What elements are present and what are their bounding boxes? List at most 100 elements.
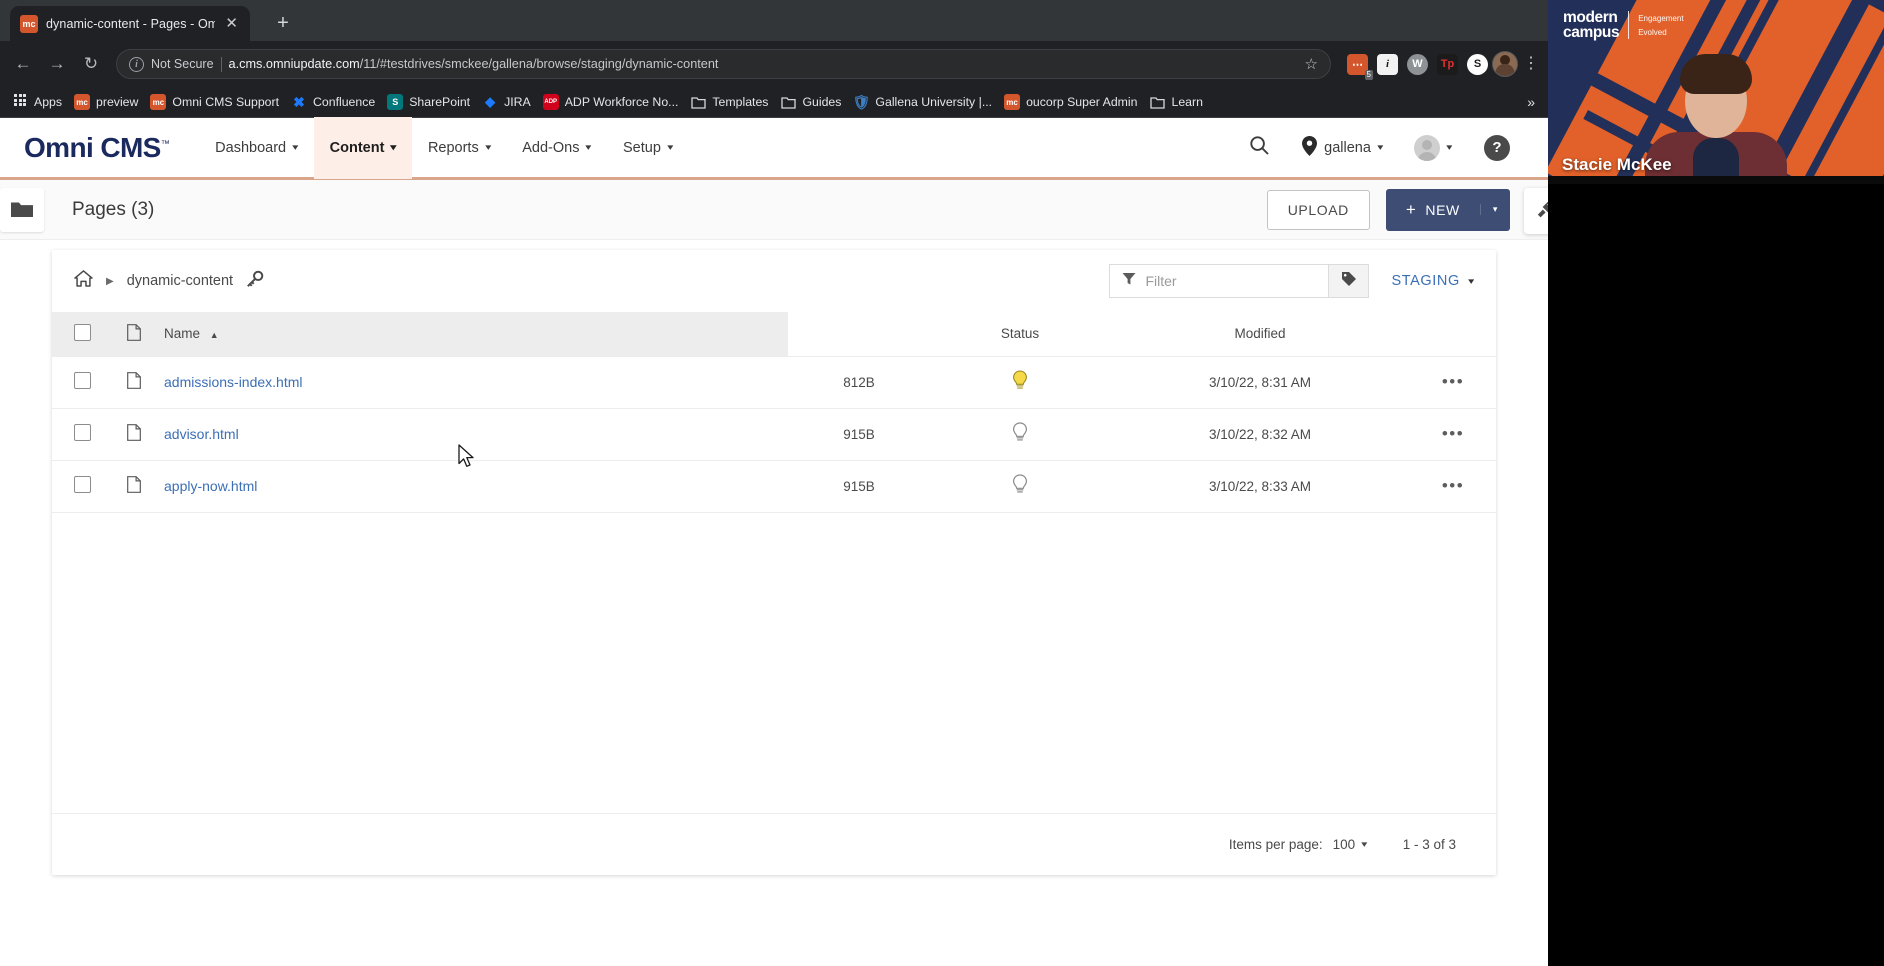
- forward-button[interactable]: →: [42, 49, 72, 79]
- nav-item-add-ons[interactable]: Add-Ons ▾: [506, 117, 607, 179]
- bookmark-label: oucorp Super Admin: [1026, 95, 1137, 109]
- search-button[interactable]: [1233, 135, 1286, 160]
- row-menu-button[interactable]: •••: [1442, 424, 1464, 443]
- home-icon[interactable]: [74, 270, 93, 292]
- row-checkbox[interactable]: [74, 424, 91, 441]
- bookmark-omni-cms-support[interactable]: mc Omni CMS Support: [147, 90, 288, 114]
- table-row[interactable]: admissions-index.html 812B 3/10/22, 8:31…: [52, 356, 1496, 408]
- tab-title: dynamic-content - Pages - Omn: [46, 17, 215, 31]
- reload-button[interactable]: ↻: [76, 49, 106, 79]
- table-row[interactable]: advisor.html 915B 3/10/22, 8:32 AM •••: [52, 408, 1496, 460]
- items-per-page: Items per page: 100 ▾: [1229, 837, 1367, 852]
- row-size-cell: 812B: [788, 356, 930, 408]
- new-button[interactable]: + NEW: [1386, 200, 1480, 220]
- row-menu-button[interactable]: •••: [1442, 372, 1464, 391]
- chevron-down-icon: ▾: [391, 143, 397, 152]
- extension-icons: ⋯5 i W Tp S: [1341, 54, 1488, 75]
- column-modified[interactable]: Modified: [1110, 312, 1410, 356]
- site-picker-label: gallena: [1324, 140, 1371, 156]
- items-per-page-select[interactable]: 100 ▾: [1333, 837, 1367, 852]
- help-button[interactable]: ?: [1468, 135, 1526, 161]
- row-select-cell: [52, 356, 112, 408]
- bookmark-adp[interactable]: ADP ADP Workforce No...: [540, 90, 688, 114]
- table-body: admissions-index.html 812B 3/10/22, 8:31…: [52, 356, 1496, 512]
- profile-avatar[interactable]: [1492, 51, 1518, 77]
- tagline-line-2: Evolved: [1638, 24, 1683, 38]
- speaker-name: Stacie McKee: [1562, 155, 1672, 175]
- video-overlay[interactable]: modern campus Engagement Evolved Stacie …: [1548, 0, 1884, 184]
- nav-item-reports[interactable]: Reports ▾: [412, 117, 506, 179]
- bookmark-label: SharePoint: [409, 95, 470, 109]
- bookmark-templates[interactable]: Templates: [687, 90, 777, 114]
- speaker-hair: [1680, 54, 1752, 94]
- row-checkbox[interactable]: [74, 372, 91, 389]
- file-icon: [127, 481, 141, 496]
- file-icon: [127, 429, 141, 444]
- select-all-checkbox[interactable]: [74, 324, 91, 341]
- breadcrumb-current[interactable]: dynamic-content: [127, 273, 233, 289]
- bookmark-label: Omni CMS Support: [172, 95, 279, 109]
- chevron-down-icon: ▾: [667, 143, 673, 152]
- bookmark-learn[interactable]: Learn: [1147, 90, 1212, 114]
- lightbulb-icon-off[interactable]: [1012, 432, 1028, 447]
- table-row[interactable]: apply-now.html 915B 3/10/22, 8:33 AM •••: [52, 460, 1496, 512]
- address-bar[interactable]: i Not Secure a.cms.omniupdate.com/11/#te…: [116, 49, 1331, 79]
- row-checkbox[interactable]: [74, 476, 91, 493]
- bookmark-apps[interactable]: Apps: [9, 90, 71, 114]
- column-size: [788, 312, 930, 356]
- nav-item-dashboard[interactable]: Dashboard ▾: [199, 117, 313, 179]
- s-extension-icon[interactable]: S: [1467, 54, 1488, 75]
- pages-table: Name ▲ Status Modified: [52, 312, 1496, 513]
- bookmark-label: Learn: [1172, 95, 1203, 109]
- lightbulb-icon-lit[interactable]: [1012, 380, 1028, 395]
- bookmark-preview[interactable]: mc preview: [71, 90, 147, 114]
- upload-button[interactable]: UPLOAD: [1267, 190, 1370, 230]
- w-extension-icon[interactable]: W: [1407, 54, 1428, 75]
- nav-item-setup[interactable]: Setup ▾: [607, 117, 688, 179]
- info-extension-icon[interactable]: i: [1377, 54, 1398, 75]
- nav-item-content[interactable]: Content ▾: [314, 117, 412, 179]
- key-icon[interactable]: [246, 270, 264, 293]
- screen: mc dynamic-content - Pages - Omn ✕ + ← →…: [0, 0, 1884, 966]
- bookmark-jira[interactable]: ◆ JIRA: [479, 90, 540, 114]
- mouse-cursor: [458, 444, 476, 475]
- browser-tab[interactable]: mc dynamic-content - Pages - Omn ✕: [10, 6, 250, 41]
- apps-grid-icon: [12, 94, 28, 110]
- column-file-type: [112, 312, 156, 356]
- omnibox-divider: [221, 57, 222, 72]
- row-menu-button[interactable]: •••: [1442, 476, 1464, 495]
- close-icon[interactable]: ✕: [223, 16, 240, 31]
- filter-input[interactable]: Filter: [1110, 265, 1328, 297]
- sort-ascending-icon: ▲: [204, 330, 219, 340]
- user-avatar-icon: [1414, 135, 1440, 161]
- bookmark-oucorp-super-admin[interactable]: mc oucorp Super Admin: [1001, 90, 1146, 114]
- omni-cms-extension-icon[interactable]: ⋯5: [1347, 54, 1368, 75]
- row-actions-cell: •••: [1410, 408, 1496, 460]
- folder-icon[interactable]: [0, 188, 44, 232]
- view-selector[interactable]: STAGING ▾: [1391, 273, 1474, 289]
- column-name[interactable]: Name ▲: [156, 312, 788, 356]
- file-name-link[interactable]: apply-now.html: [156, 478, 257, 494]
- new-dropdown-button[interactable]: ▾: [1480, 204, 1510, 215]
- back-button[interactable]: ←: [8, 49, 38, 79]
- mc-icon: mc: [1004, 94, 1020, 110]
- bookmark-star-icon[interactable]: ☆: [1297, 55, 1318, 73]
- bookmarks-overflow-button[interactable]: »: [1527, 94, 1539, 110]
- site-picker[interactable]: gallena ▾: [1286, 136, 1398, 160]
- site-info-icon[interactable]: i: [129, 57, 144, 72]
- sharepoint-icon: S: [387, 94, 403, 110]
- bookmark-guides[interactable]: Guides: [777, 90, 850, 114]
- new-button-label: NEW: [1425, 202, 1459, 218]
- tp-extension-icon[interactable]: Tp: [1437, 54, 1458, 75]
- app-logo[interactable]: Omni CMS™: [24, 132, 169, 164]
- file-name-link[interactable]: admissions-index.html: [156, 374, 303, 390]
- new-tab-button[interactable]: +: [272, 13, 294, 35]
- browser-menu-button[interactable]: ⋮: [1522, 57, 1540, 71]
- file-name-link[interactable]: advisor.html: [156, 426, 239, 442]
- tag-filter-button[interactable]: [1328, 265, 1368, 297]
- bookmark-sharepoint[interactable]: S SharePoint: [384, 90, 479, 114]
- user-menu[interactable]: ▾: [1398, 135, 1468, 161]
- lightbulb-icon-off[interactable]: [1012, 484, 1028, 499]
- bookmark-gallena-university[interactable]: 🛡 Gallena University |...: [850, 90, 1001, 114]
- bookmark-confluence[interactable]: ✖ Confluence: [288, 90, 384, 114]
